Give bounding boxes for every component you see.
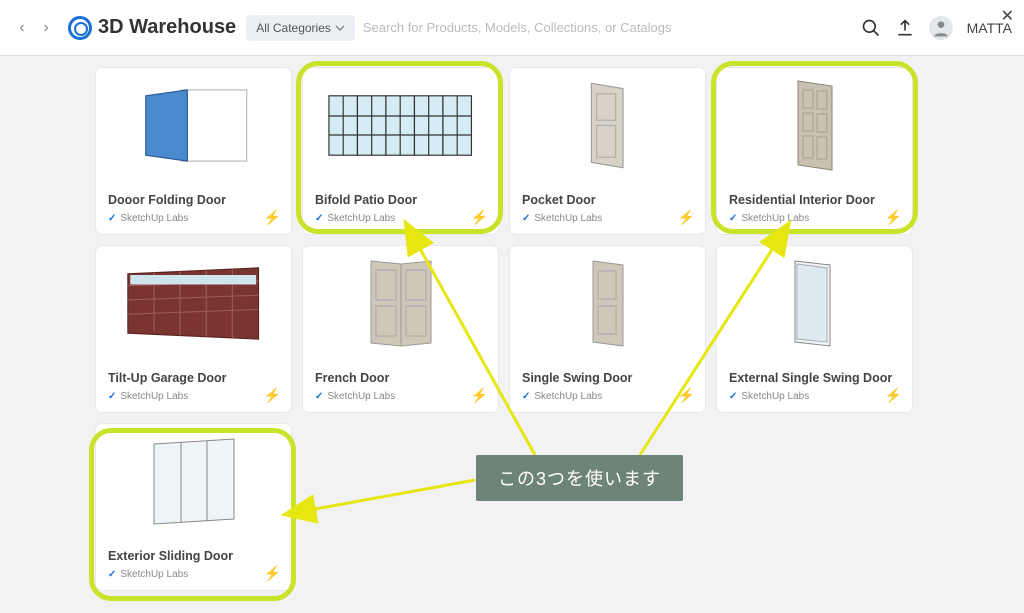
door-pocket-icon — [565, 78, 649, 173]
card-thumb — [717, 246, 912, 361]
annotation-callout: この3つを使います — [476, 455, 683, 501]
chevron-down-icon — [335, 23, 345, 33]
door-folding-icon — [122, 78, 265, 173]
categories-label: All Categories — [256, 21, 331, 35]
card-french-door[interactable]: French Door ✓SketchUp Labs ⚡ — [303, 246, 498, 412]
card-source: ✓SketchUp Labs — [108, 391, 279, 402]
verified-icon: ✓ — [108, 391, 116, 402]
card-title: Bifold Patio Door — [315, 193, 486, 207]
door-french-icon — [356, 256, 446, 351]
verified-icon: ✓ — [315, 391, 323, 402]
results-grid: Dooor Folding Door ✓SketchUp Labs ⚡ Bifo… — [96, 68, 1024, 590]
card-thumb — [303, 68, 498, 183]
card-title: Exterior Sliding Door — [108, 549, 279, 563]
card-source: ✓SketchUp Labs — [522, 213, 693, 224]
card-residential-interior[interactable]: Residential Interior Door ✓SketchUp Labs… — [717, 68, 912, 234]
card-thumb — [96, 68, 291, 183]
door-interior-icon — [780, 78, 850, 173]
logo-icon — [68, 16, 92, 40]
live-component-icon: ⚡ — [264, 565, 281, 582]
search-input[interactable]: Search for Products, Models, Collections… — [363, 20, 861, 35]
card-title: External Single Swing Door — [729, 371, 900, 385]
verified-icon: ✓ — [108, 213, 116, 224]
door-bifold-icon — [323, 78, 477, 173]
card-source: ✓SketchUp Labs — [108, 213, 279, 224]
card-title: Tilt-Up Garage Door — [108, 371, 279, 385]
card-external-single-swing[interactable]: External Single Swing Door ✓SketchUp Lab… — [717, 246, 912, 412]
verified-icon: ✓ — [729, 391, 737, 402]
card-pocket-door[interactable]: Pocket Door ✓SketchUp Labs ⚡ — [510, 68, 705, 234]
card-source: ✓SketchUp Labs — [522, 391, 693, 402]
card-source: ✓SketchUp Labs — [108, 569, 279, 580]
live-component-icon: ⚡ — [471, 387, 488, 404]
door-sliding-icon — [139, 434, 249, 529]
card-source: ✓SketchUp Labs — [315, 213, 486, 224]
live-component-icon: ⚡ — [264, 387, 281, 404]
card-source: ✓SketchUp Labs — [315, 391, 486, 402]
card-title: Dooor Folding Door — [108, 193, 279, 207]
card-title: French Door — [315, 371, 486, 385]
live-component-icon: ⚡ — [678, 387, 695, 404]
nav-forward-button[interactable]: › — [36, 18, 56, 38]
live-component-icon: ⚡ — [264, 209, 281, 226]
card-source: ✓SketchUp Labs — [729, 391, 900, 402]
door-swing-icon — [573, 256, 643, 351]
verified-icon: ✓ — [522, 391, 530, 402]
live-component-icon: ⚡ — [678, 209, 695, 226]
card-source: ✓SketchUp Labs — [729, 213, 900, 224]
verified-icon: ✓ — [315, 213, 323, 224]
live-component-icon: ⚡ — [885, 209, 902, 226]
door-external-swing-icon — [775, 256, 855, 351]
live-component-icon: ⚡ — [471, 209, 488, 226]
card-title: Residential Interior Door — [729, 193, 900, 207]
site-logo[interactable]: 3D Warehouse — [68, 16, 236, 40]
search-icon[interactable] — [861, 18, 881, 38]
card-thumb — [717, 68, 912, 183]
upload-icon[interactable] — [895, 18, 915, 38]
card-thumb — [96, 246, 291, 361]
card-thumb — [510, 68, 705, 183]
card-bifold-patio[interactable]: Bifold Patio Door ✓SketchUp Labs ⚡ — [303, 68, 498, 234]
card-title: Pocket Door — [522, 193, 693, 207]
door-garage-icon — [116, 256, 270, 351]
window-close-icon[interactable]: ✕ — [1001, 6, 1014, 26]
verified-icon: ✓ — [522, 213, 530, 224]
card-thumb — [510, 246, 705, 361]
categories-dropdown[interactable]: All Categories — [246, 15, 355, 41]
verified-icon: ✓ — [729, 213, 737, 224]
live-component-icon: ⚡ — [885, 387, 902, 404]
header-bar: ‹ › 3D Warehouse All Categories Search f… — [0, 0, 1024, 56]
card-title: Single Swing Door — [522, 371, 693, 385]
verified-icon: ✓ — [108, 569, 116, 580]
nav-back-button[interactable]: ‹ — [12, 18, 32, 38]
card-thumb — [96, 424, 291, 539]
card-dooor-folding[interactable]: Dooor Folding Door ✓SketchUp Labs ⚡ — [96, 68, 291, 234]
card-thumb — [303, 246, 498, 361]
card-exterior-sliding[interactable]: Exterior Sliding Door ✓SketchUp Labs ⚡ — [96, 424, 291, 590]
person-icon — [931, 18, 951, 38]
card-single-swing[interactable]: Single Swing Door ✓SketchUp Labs ⚡ — [510, 246, 705, 412]
user-avatar[interactable] — [929, 16, 953, 40]
card-tilt-up-garage[interactable]: Tilt-Up Garage Door ✓SketchUp Labs ⚡ — [96, 246, 291, 412]
logo-text: 3D Warehouse — [98, 16, 236, 39]
